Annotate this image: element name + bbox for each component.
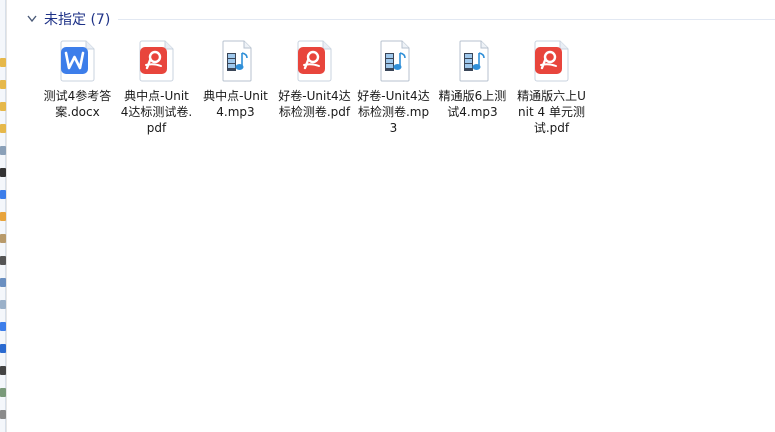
nav-pane-scrollbar[interactable] [6, 0, 24, 432]
group-divider [118, 18, 775, 20]
file-name: 精通版6上测试4.mp3 [438, 89, 507, 119]
file-item[interactable]: 好卷-Unit4达标检测卷.mp3 [354, 38, 433, 136]
file-item[interactable]: 好卷-Unit4达标检测卷.pdf [275, 38, 354, 136]
mp3-audio-icon [459, 40, 488, 82]
mp3-audio-icon [380, 40, 409, 82]
pdf-icon [297, 40, 331, 82]
file-name: 测试4参考答案.docx [43, 89, 112, 119]
pdf-icon [139, 40, 173, 82]
file-name: 典中点-Unit 4达标测试卷.pdf [120, 89, 193, 135]
file-grid: 测试4参考答案.docx 典中点-Unit 4达标测试卷.pdf 典中点-Uni… [38, 38, 591, 136]
file-name: 精通版六上Unit 4 单元测试.pdf [517, 89, 586, 135]
group-title: 未指定 (7) [44, 12, 111, 28]
file-item[interactable]: 典中点-Unit4.mp3 [196, 38, 275, 136]
mp3-audio-icon [222, 40, 251, 82]
pdf-icon [534, 40, 568, 82]
file-name: 好卷-Unit4达标检测卷.mp3 [357, 89, 430, 135]
file-item[interactable]: 精通版六上Unit 4 单元测试.pdf [512, 38, 591, 136]
file-name: 好卷-Unit4达标检测卷.pdf [278, 89, 351, 119]
file-name: 典中点-Unit4.mp3 [203, 89, 268, 119]
group-header[interactable]: 未指定 (7) [26, 8, 775, 30]
file-item[interactable]: 测试4参考答案.docx [38, 38, 117, 136]
file-item[interactable]: 精通版6上测试4.mp3 [433, 38, 512, 136]
file-explorer-window: 未指定 (7) 测试4参考答案.docx 典中点-Unit 4达标测试卷.pdf… [0, 0, 775, 432]
file-item[interactable]: 典中点-Unit 4达标测试卷.pdf [117, 38, 196, 136]
wps-writer-doc-icon [60, 40, 94, 82]
chevron-down-icon[interactable] [26, 13, 38, 25]
